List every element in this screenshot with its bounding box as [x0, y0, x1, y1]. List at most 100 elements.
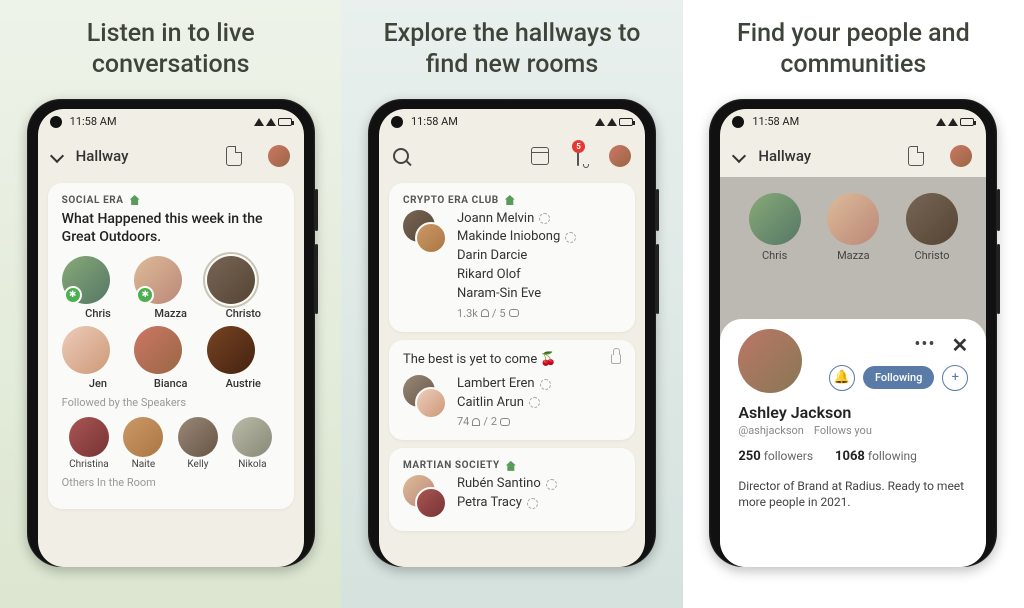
room-title: The best is yet to come 🍒	[403, 352, 557, 367]
notification-badge: 5	[572, 140, 585, 153]
house-icon	[505, 195, 515, 205]
chevron-down-icon[interactable]	[732, 148, 746, 162]
status-bar: 11:58 AM	[720, 109, 986, 135]
speaker-avatar	[827, 193, 879, 245]
speaker-avatar[interactable]	[62, 256, 110, 304]
dimmed-speaker-grid: Chris Mazza Christo	[720, 177, 986, 262]
follower-avatar[interactable]	[123, 417, 163, 457]
room-card[interactable]: MARTIAN SOCIETY Rubén Santino Petra Trac…	[389, 448, 635, 531]
chat-icon	[509, 309, 519, 317]
section-followed-label: Followed by the Speakers	[62, 396, 280, 409]
phone-frame: 11:58 AM Hallway SOCIAL ERA What Happene…	[27, 99, 315, 567]
speaker-avatar[interactable]	[134, 256, 182, 304]
chat-bubble-icon	[529, 397, 540, 408]
speaker-avatar-stack	[403, 375, 447, 419]
followers-stat[interactable]: 250followers	[738, 449, 813, 464]
phone-frame: 11:58 AM Hallway Chris Mazza Christo •••	[709, 99, 997, 567]
speaker-avatar-stack	[403, 475, 447, 519]
club-name: CRYPTO ERA CLUB	[403, 195, 499, 206]
follower-avatar[interactable]	[178, 417, 218, 457]
headline-3: Find your people and communities	[693, 18, 1014, 81]
close-icon[interactable]: ✕	[952, 333, 969, 357]
user-name: Ashley Jackson	[738, 403, 968, 422]
camera-hole	[391, 116, 403, 128]
battery-icon	[278, 118, 292, 126]
signal-icon	[254, 118, 264, 126]
house-icon	[130, 195, 140, 205]
room-card[interactable]: CRYPTO ERA CLUB Joann Melvin Makinde Ini…	[389, 183, 635, 332]
follows-you-label: Follows you	[814, 424, 872, 437]
chat-bubble-icon	[546, 479, 557, 490]
club-name: MARTIAN SOCIETY	[403, 460, 500, 471]
profile-avatar[interactable]	[268, 145, 290, 167]
status-bar: 11:58 AM	[38, 109, 304, 135]
status-bar: 11:58 AM	[379, 109, 645, 135]
profile-sheet: ••• ✕ 🔔 Following + Ashley Jackson @ashj…	[720, 319, 986, 567]
following-stat[interactable]: 1068following	[835, 449, 917, 464]
search-icon[interactable]	[393, 148, 409, 164]
speaker-name: Austrie	[207, 377, 280, 390]
chat-bubble-icon	[565, 232, 576, 243]
battery-icon	[960, 118, 974, 126]
chat-icon	[500, 418, 510, 426]
signal-icon	[936, 118, 946, 126]
speaker-avatar	[749, 193, 801, 245]
wifi-icon	[266, 118, 276, 126]
speaker-avatar[interactable]	[207, 256, 255, 304]
user-avatar[interactable]	[738, 329, 802, 393]
speaker-name: Bianca	[134, 377, 207, 390]
following-button[interactable]: Following	[863, 366, 934, 389]
wifi-icon	[607, 118, 617, 126]
user-handle: @ashjackson	[738, 424, 804, 437]
follower-avatar[interactable]	[69, 417, 109, 457]
document-icon[interactable]	[226, 146, 242, 166]
speaker-avatar[interactable]	[207, 326, 255, 374]
hallway-selector[interactable]: Hallway	[76, 147, 129, 165]
room-card[interactable]: SOCIAL ERA What Happened this week in th…	[48, 183, 294, 509]
marketing-panel-1: Listen in to live conversations 11:58 AM…	[0, 0, 341, 608]
clock: 11:58 AM	[411, 115, 458, 128]
calendar-icon[interactable]	[531, 147, 549, 165]
section-others-label: Others In the Room	[62, 476, 280, 489]
speaker-name: Christo	[207, 307, 280, 320]
phone-frame: 11:58 AM 5 CRYPTO ERA CLUB	[368, 99, 656, 567]
notify-button[interactable]: 🔔	[829, 365, 855, 391]
headline-2: Explore the hallways to find new rooms	[351, 18, 672, 81]
more-options-icon[interactable]: •••	[914, 334, 935, 355]
marketing-panel-3: Find your people and communities 11:58 A…	[683, 0, 1024, 608]
speaker-name: Mazza	[134, 307, 207, 320]
hallway-selector[interactable]: Hallway	[758, 147, 811, 165]
chat-bubble-icon	[539, 213, 550, 224]
profile-avatar[interactable]	[609, 145, 631, 167]
app-bar: Hallway	[720, 135, 986, 177]
speaker-name: Jen	[62, 377, 135, 390]
person-icon	[472, 418, 480, 426]
speaker-avatar	[906, 193, 958, 245]
room-stats: 1.3k / 5	[457, 307, 621, 320]
notifications-button[interactable]: 5	[577, 146, 579, 165]
follower-avatar[interactable]	[232, 417, 272, 457]
clock: 11:58 AM	[752, 115, 799, 128]
person-icon	[481, 309, 489, 317]
speaker-avatar[interactable]	[62, 326, 110, 374]
battery-icon	[619, 118, 633, 126]
camera-hole	[50, 116, 62, 128]
wifi-icon	[948, 118, 958, 126]
speaker-avatar[interactable]	[134, 326, 182, 374]
club-name: SOCIAL ERA	[62, 195, 124, 206]
profile-avatar[interactable]	[950, 145, 972, 167]
app-bar: Hallway	[38, 135, 304, 177]
add-button[interactable]: +	[942, 365, 968, 391]
room-stats: 74 / 2	[457, 415, 621, 428]
document-icon[interactable]	[908, 146, 924, 166]
chat-bubble-icon	[540, 379, 551, 390]
speaker-avatar-stack	[403, 210, 447, 254]
camera-hole	[732, 116, 744, 128]
clock: 11:58 AM	[70, 115, 117, 128]
app-bar: 5	[379, 135, 645, 177]
house-icon	[506, 461, 516, 471]
chevron-down-icon[interactable]	[50, 148, 64, 162]
speaker-name: Chris	[62, 307, 135, 320]
room-card[interactable]: The best is yet to come 🍒 Lambert Eren C…	[389, 340, 635, 441]
user-bio: Director of Brand at Radius. Ready to me…	[738, 478, 968, 512]
